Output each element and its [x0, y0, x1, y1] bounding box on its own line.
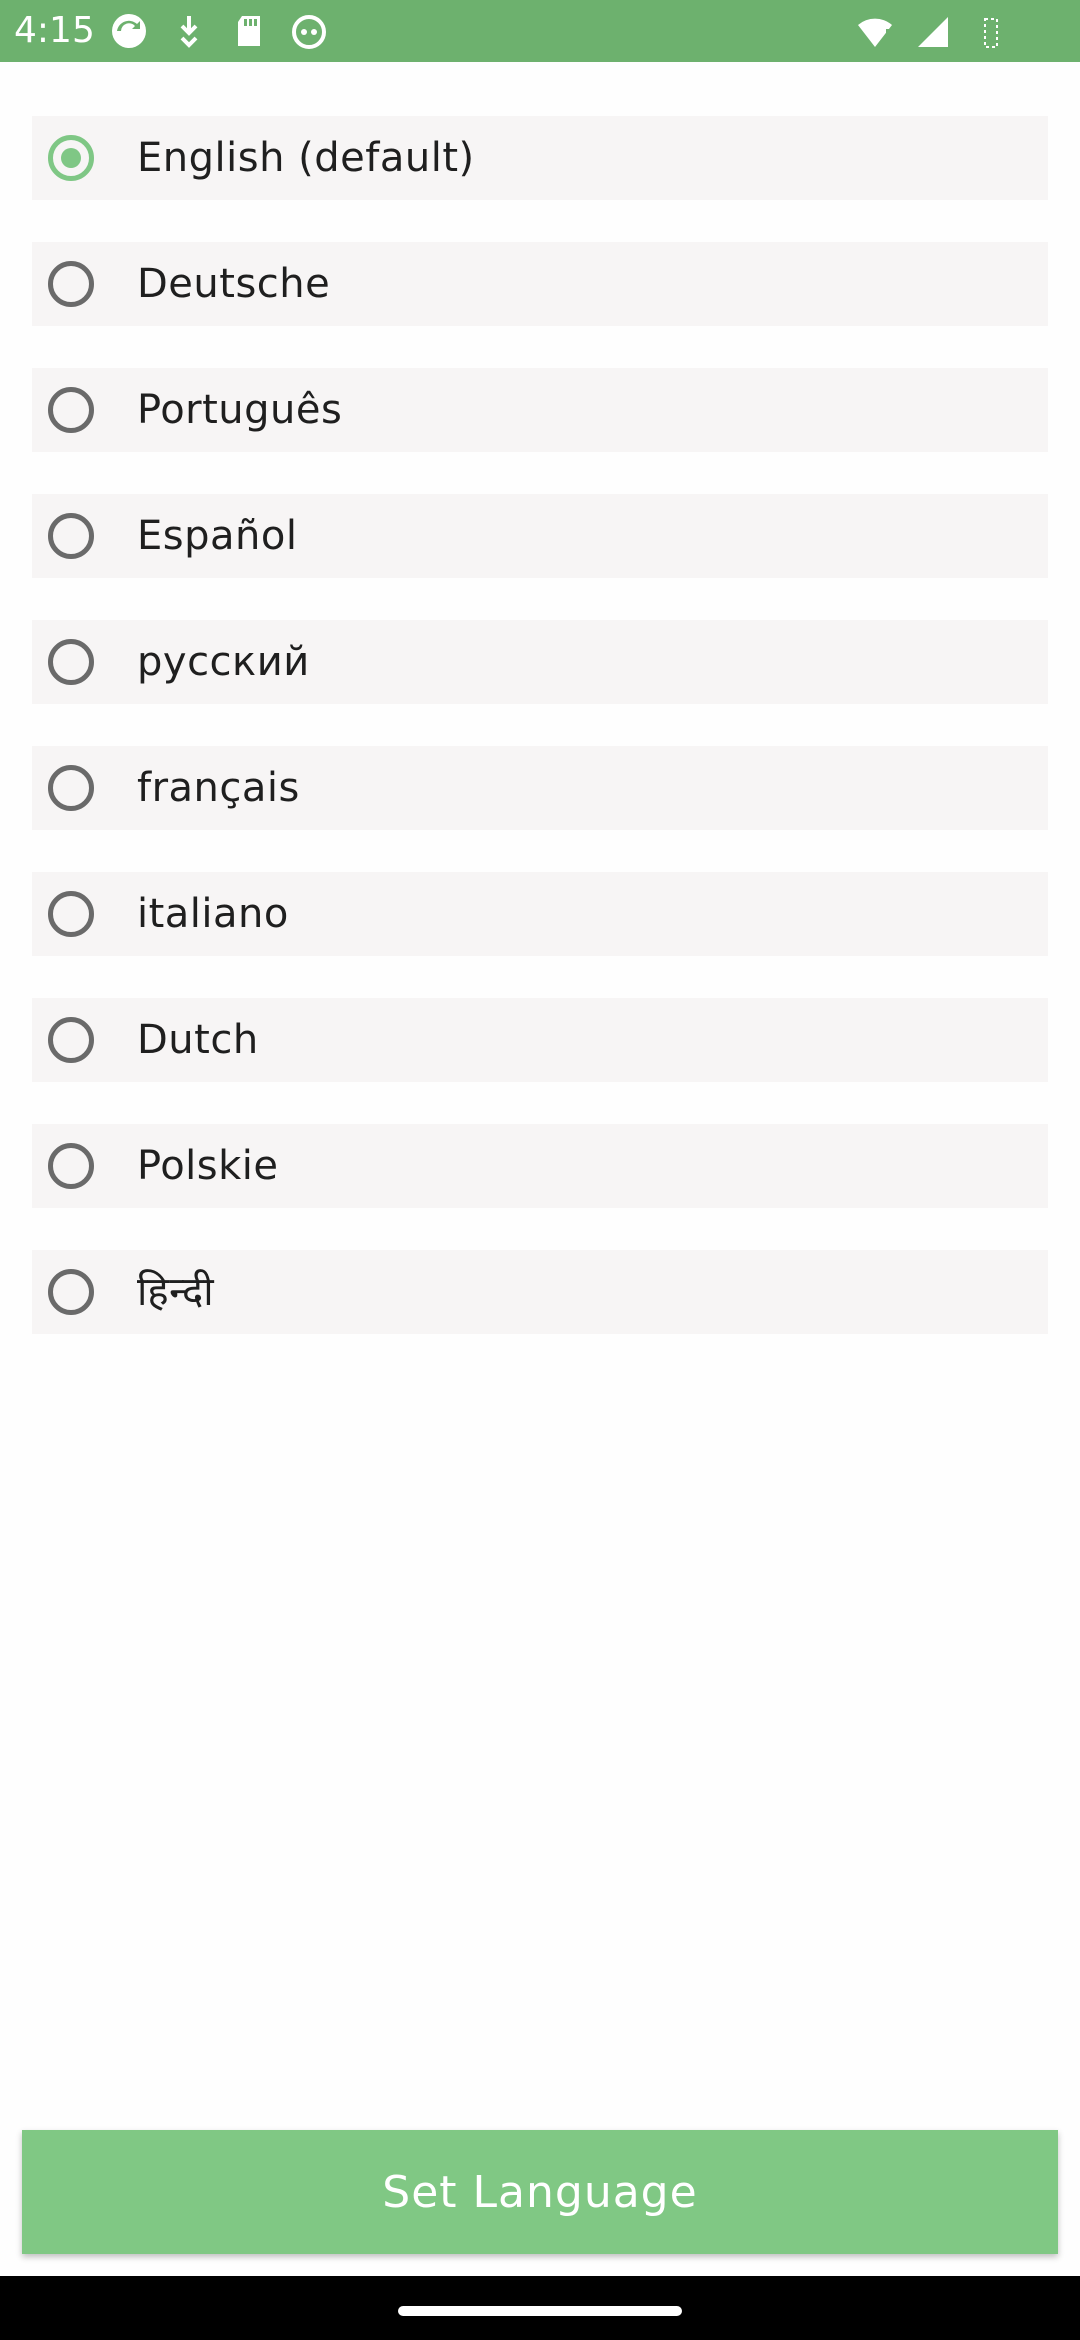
radio-checked-icon[interactable] [48, 135, 94, 181]
radio-unchecked-icon[interactable] [48, 1143, 94, 1189]
language-option[interactable]: italiano [32, 872, 1048, 956]
language-option[interactable]: Español [32, 494, 1048, 578]
status-bar: 4:15 [0, 0, 1080, 62]
signal-icon [914, 13, 952, 51]
language-option[interactable]: हिन्दी [32, 1250, 1048, 1334]
radio-unchecked-icon[interactable] [48, 261, 94, 307]
language-option[interactable]: Polskie [32, 1124, 1048, 1208]
language-label: Português [137, 387, 343, 433]
language-label: Deutsche [137, 261, 331, 307]
radio-unchecked-icon[interactable] [48, 1017, 94, 1063]
language-label: हिन्दी [137, 1269, 215, 1315]
language-label: Español [137, 513, 298, 559]
radio-unchecked-icon[interactable] [48, 387, 94, 433]
language-label: Polskie [137, 1143, 279, 1189]
set-language-button[interactable]: Set Language [22, 2130, 1058, 2254]
language-label: français [137, 765, 300, 811]
sd-card-icon [230, 12, 268, 50]
language-list: English (default) Deutsche Português Españo… [32, 116, 1048, 1376]
language-option[interactable]: русский [32, 620, 1048, 704]
wifi-alert-icon [856, 13, 894, 51]
home-indicator[interactable] [398, 2306, 682, 2316]
battery-icon [972, 13, 1010, 51]
radio-unchecked-icon[interactable] [48, 765, 94, 811]
language-label: Dutch [137, 1017, 259, 1063]
status-icons-right [856, 12, 1010, 52]
navigation-bar [0, 2276, 1080, 2340]
language-option[interactable]: Português [32, 368, 1048, 452]
radio-unchecked-icon[interactable] [48, 891, 94, 937]
status-icons-left [110, 10, 328, 52]
language-label: English (default) [137, 135, 475, 181]
radio-unchecked-icon[interactable] [48, 513, 94, 559]
language-label: русский [137, 639, 310, 685]
radio-unchecked-icon[interactable] [48, 1269, 94, 1315]
status-time: 4:15 [14, 10, 95, 51]
language-option[interactable]: français [32, 746, 1048, 830]
sync-icon [110, 12, 148, 50]
app-face-icon [290, 12, 328, 50]
download-icon [170, 12, 208, 50]
radio-unchecked-icon[interactable] [48, 639, 94, 685]
language-option[interactable]: Dutch [32, 998, 1048, 1082]
language-label: italiano [137, 891, 289, 937]
language-option[interactable]: Deutsche [32, 242, 1048, 326]
language-option[interactable]: English (default) [32, 116, 1048, 200]
